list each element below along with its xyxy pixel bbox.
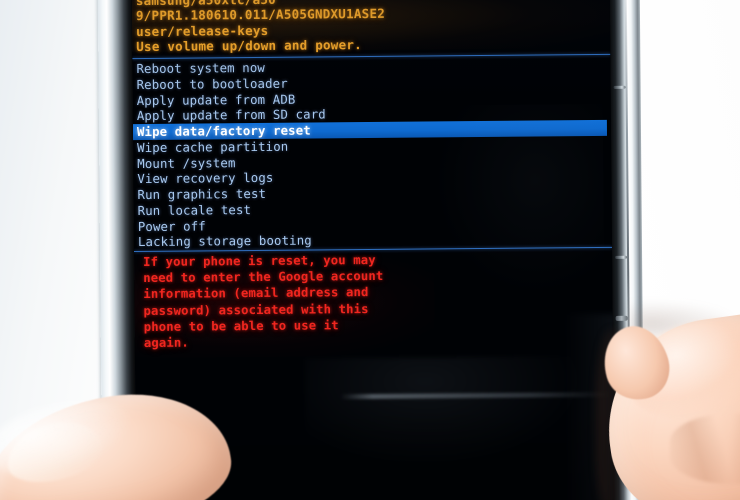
volume-up-button[interactable] [613, 85, 626, 89]
phone-shadow-on-hand [630, 300, 740, 340]
recovery-screenshot-scene: Android Recovery samsung/a50xtc/a50 9/PP… [0, 0, 740, 500]
phone-left-bezel [97, 0, 137, 500]
phone-device: Android Recovery samsung/a50xtc/a50 9/PP… [97, 0, 645, 500]
recovery-header: Android Recovery samsung/a50xtc/a50 9/PP… [132, 0, 611, 55]
right-hand-veins [670, 414, 740, 484]
header-line-instructions: Use volume up/down and power. [136, 37, 362, 55]
screen-reflection-lower [304, 355, 606, 479]
screen-reflection-right-edge [564, 313, 615, 500]
volume-down-button[interactable] [615, 255, 628, 259]
power-button[interactable] [615, 315, 628, 321]
phone-screen: Android Recovery samsung/a50xtc/a50 9/PP… [131, 0, 615, 500]
screen-reflection-upper [432, 103, 605, 296]
